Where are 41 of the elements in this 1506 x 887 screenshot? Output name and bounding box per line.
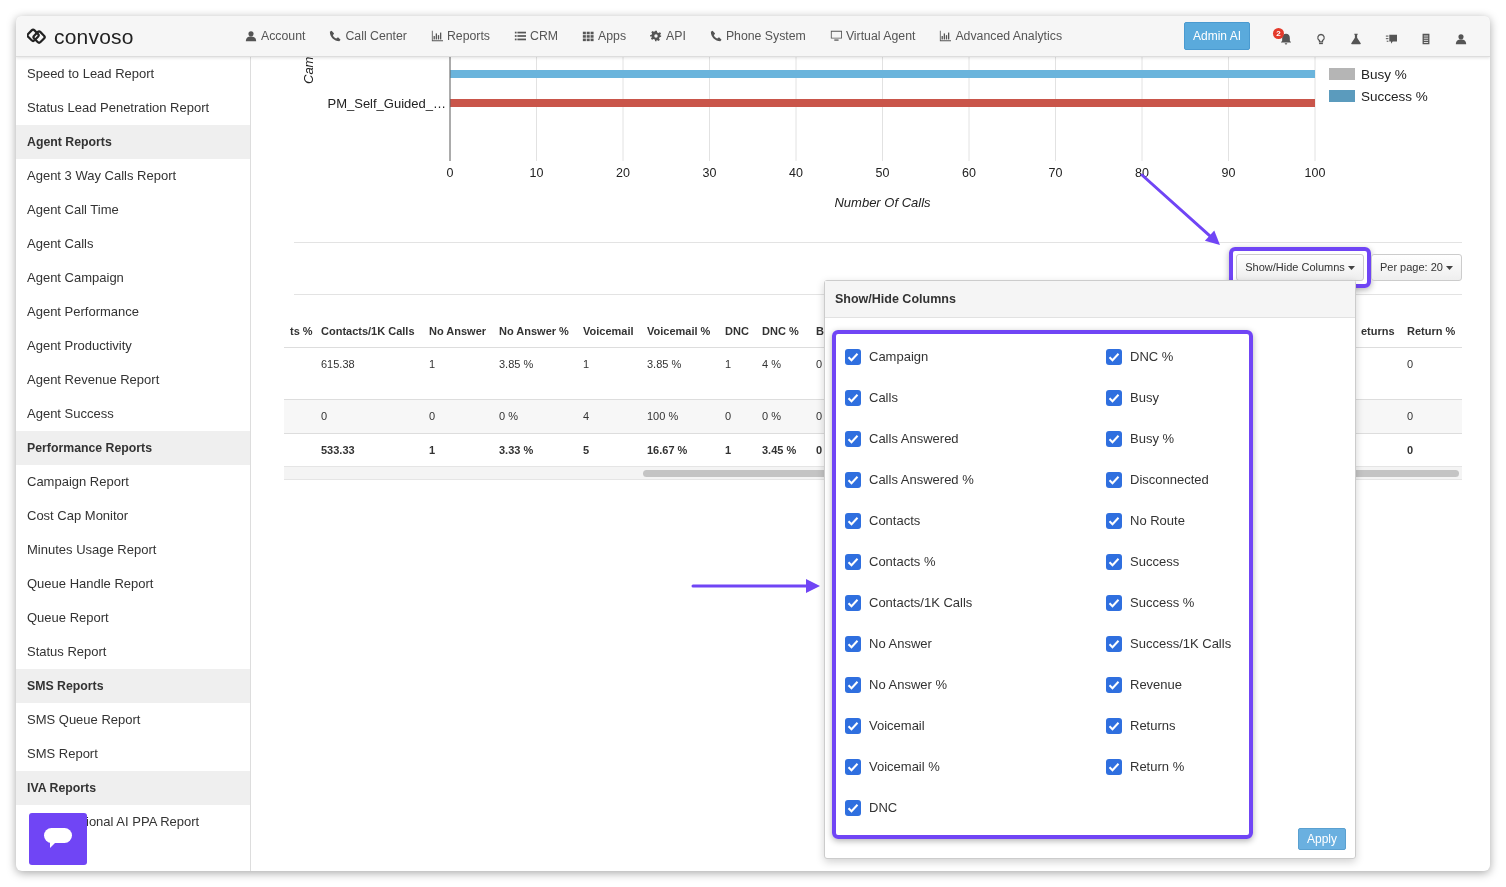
axis-title: Number Of Calls: [834, 195, 931, 210]
column-header: No Answer %: [493, 314, 577, 348]
panel-title: Show/Hide Columns: [825, 281, 1355, 318]
table-cell: 0: [315, 399, 423, 433]
column-header: No Answer: [423, 314, 493, 348]
column-header: Contacts/1K Calls: [315, 314, 423, 348]
table-cell: 0 %: [756, 399, 810, 433]
tick-label: 100: [1304, 166, 1326, 180]
tick-label: 80: [1135, 166, 1149, 180]
tick-label: 10: [529, 166, 544, 180]
tick-label: 60: [962, 166, 976, 180]
sidebar-section-header: IVA Reports: [16, 771, 250, 805]
notification-count: 2: [1273, 27, 1284, 39]
sidebar-section-header: SMS Reports: [16, 669, 250, 703]
table-cell: 100 %: [641, 399, 719, 433]
tick-label: 40: [789, 166, 803, 180]
logo-text: convoso: [54, 25, 134, 47]
sidebar-section-header: Agent Reports: [16, 125, 250, 159]
category-label: PM_Self_Guided_…: [327, 96, 446, 111]
column-header: DNC: [719, 314, 756, 348]
column-header: Return %: [1401, 314, 1462, 348]
column-header: Voicemail %: [641, 314, 719, 348]
tick-label: 50: [875, 166, 890, 180]
table-cell: 0: [423, 399, 493, 433]
legend-label: Success %: [1361, 89, 1428, 104]
table-cell: 0: [810, 399, 824, 433]
table-cell: 0: [1401, 399, 1462, 433]
tick-label: 70: [1048, 166, 1063, 180]
table-cell: 4: [577, 399, 641, 433]
tick-label: 0: [446, 166, 454, 180]
table-cell: 0: [719, 399, 756, 433]
axis-title: Cam: [301, 57, 316, 84]
column-header: Voicemail: [577, 314, 641, 348]
tick-label: 90: [1221, 166, 1236, 180]
column-header: DNC %: [756, 314, 810, 348]
table-cell: 0 %: [493, 399, 577, 433]
tick-label: 30: [702, 166, 717, 180]
column-header: ts %: [284, 314, 315, 348]
legend-label: Busy %: [1361, 67, 1407, 82]
tick-label: 20: [616, 166, 630, 180]
sidebar-section-header: Performance Reports: [16, 431, 250, 465]
